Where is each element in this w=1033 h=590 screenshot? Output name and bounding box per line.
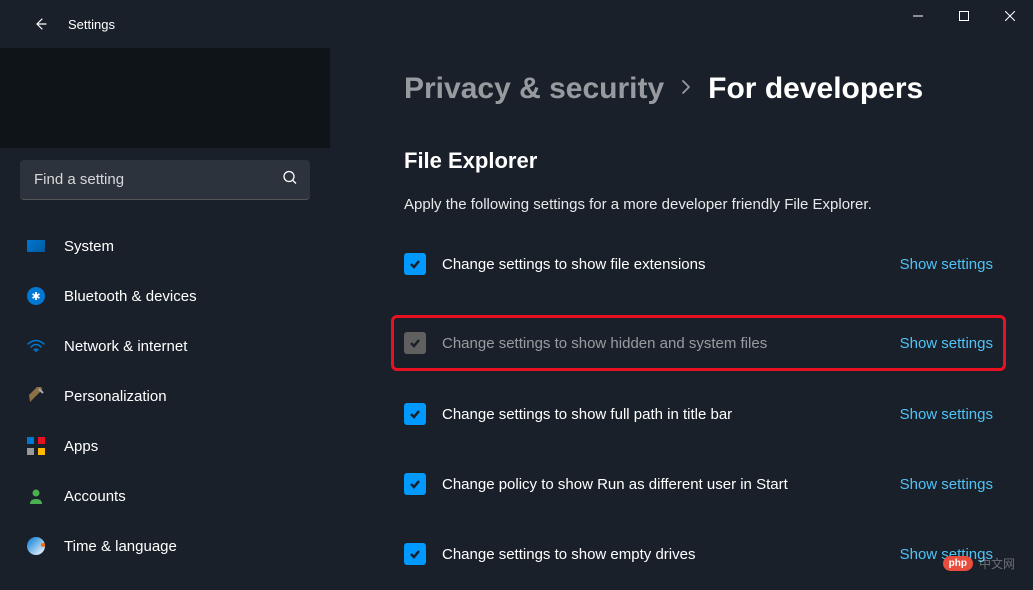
section-title: File Explorer bbox=[404, 148, 993, 174]
check-icon bbox=[408, 336, 422, 350]
search-box[interactable] bbox=[20, 160, 310, 200]
sidebar-item-label: Time & language bbox=[64, 538, 177, 555]
checkbox-extensions[interactable] bbox=[404, 253, 426, 275]
sidebar-item-system[interactable]: System bbox=[12, 226, 318, 266]
setting-label: Change policy to show Run as different u… bbox=[442, 476, 900, 493]
check-icon bbox=[408, 547, 422, 561]
setting-row-run-as-user: Change policy to show Run as different u… bbox=[404, 465, 993, 503]
show-settings-link[interactable]: Show settings bbox=[900, 256, 993, 273]
checkbox-full-path[interactable] bbox=[404, 403, 426, 425]
sidebar-item-label: Accounts bbox=[64, 488, 126, 505]
breadcrumb: Privacy & security For developers bbox=[404, 72, 993, 106]
sidebar-item-accounts[interactable]: Accounts bbox=[12, 476, 318, 516]
show-settings-link[interactable]: Show settings bbox=[900, 335, 993, 352]
search-input[interactable] bbox=[20, 160, 310, 199]
maximize-icon bbox=[959, 11, 969, 21]
window-title: Settings bbox=[68, 17, 115, 32]
sidebar-item-label: Bluetooth & devices bbox=[64, 288, 197, 305]
content: System ✱ Bluetooth & devices Network & i… bbox=[0, 48, 1033, 590]
watermark-badge: php bbox=[943, 556, 973, 571]
brush-icon bbox=[26, 386, 46, 406]
nav-list: System ✱ Bluetooth & devices Network & i… bbox=[0, 212, 330, 576]
setting-label: Change settings to show file extensions bbox=[442, 256, 900, 273]
watermark: php 中文网 bbox=[943, 555, 1015, 572]
sidebar: System ✱ Bluetooth & devices Network & i… bbox=[0, 48, 330, 590]
setting-label: Change settings to show hidden and syste… bbox=[442, 335, 900, 352]
chevron-right-icon bbox=[680, 78, 692, 101]
setting-row-hidden-files: Change settings to show hidden and syste… bbox=[391, 315, 1006, 371]
account-icon bbox=[26, 486, 46, 506]
check-icon bbox=[408, 477, 422, 491]
sidebar-item-bluetooth[interactable]: ✱ Bluetooth & devices bbox=[12, 276, 318, 316]
checkbox-hidden-files[interactable] bbox=[404, 332, 426, 354]
checkbox-run-as-user[interactable] bbox=[404, 473, 426, 495]
breadcrumb-current: For developers bbox=[708, 72, 923, 106]
search-icon bbox=[282, 169, 298, 190]
close-icon bbox=[1005, 11, 1015, 21]
back-arrow-icon bbox=[32, 16, 48, 32]
clock-icon bbox=[26, 536, 46, 556]
setting-row-empty-drives: Change settings to show empty drives Sho… bbox=[404, 535, 993, 573]
sidebar-item-label: System bbox=[64, 238, 114, 255]
section-desc: Apply the following settings for a more … bbox=[404, 196, 993, 213]
sidebar-item-label: Personalization bbox=[64, 388, 167, 405]
show-settings-link[interactable]: Show settings bbox=[900, 476, 993, 493]
check-icon bbox=[408, 257, 422, 271]
search-wrap bbox=[0, 148, 330, 212]
sidebar-item-network[interactable]: Network & internet bbox=[12, 326, 318, 366]
show-settings-link[interactable]: Show settings bbox=[900, 406, 993, 423]
back-button[interactable] bbox=[20, 4, 60, 44]
sidebar-item-label: Network & internet bbox=[64, 338, 187, 355]
sidebar-item-apps[interactable]: Apps bbox=[12, 426, 318, 466]
setting-label: Change settings to show full path in tit… bbox=[442, 406, 900, 423]
close-button[interactable] bbox=[987, 0, 1033, 32]
wifi-icon bbox=[26, 336, 46, 356]
sidebar-item-time[interactable]: Time & language bbox=[12, 526, 318, 566]
setting-label: Change settings to show empty drives bbox=[442, 546, 900, 563]
user-area bbox=[0, 48, 330, 148]
maximize-button[interactable] bbox=[941, 0, 987, 32]
main-panel: Privacy & security For developers File E… bbox=[330, 48, 1033, 590]
sidebar-item-personalization[interactable]: Personalization bbox=[12, 376, 318, 416]
setting-row-extensions: Change settings to show file extensions … bbox=[404, 245, 993, 283]
sidebar-item-label: Apps bbox=[64, 438, 98, 455]
minimize-button[interactable] bbox=[895, 0, 941, 32]
apps-icon bbox=[26, 436, 46, 456]
window-controls bbox=[895, 0, 1033, 32]
breadcrumb-parent[interactable]: Privacy & security bbox=[404, 72, 664, 106]
minimize-icon bbox=[913, 11, 923, 21]
check-icon bbox=[408, 407, 422, 421]
system-icon bbox=[26, 236, 46, 256]
watermark-text: 中文网 bbox=[979, 555, 1015, 572]
checkbox-empty-drives[interactable] bbox=[404, 543, 426, 565]
setting-row-full-path: Change settings to show full path in tit… bbox=[404, 395, 993, 433]
titlebar: Settings bbox=[0, 0, 1033, 48]
bluetooth-icon: ✱ bbox=[26, 286, 46, 306]
